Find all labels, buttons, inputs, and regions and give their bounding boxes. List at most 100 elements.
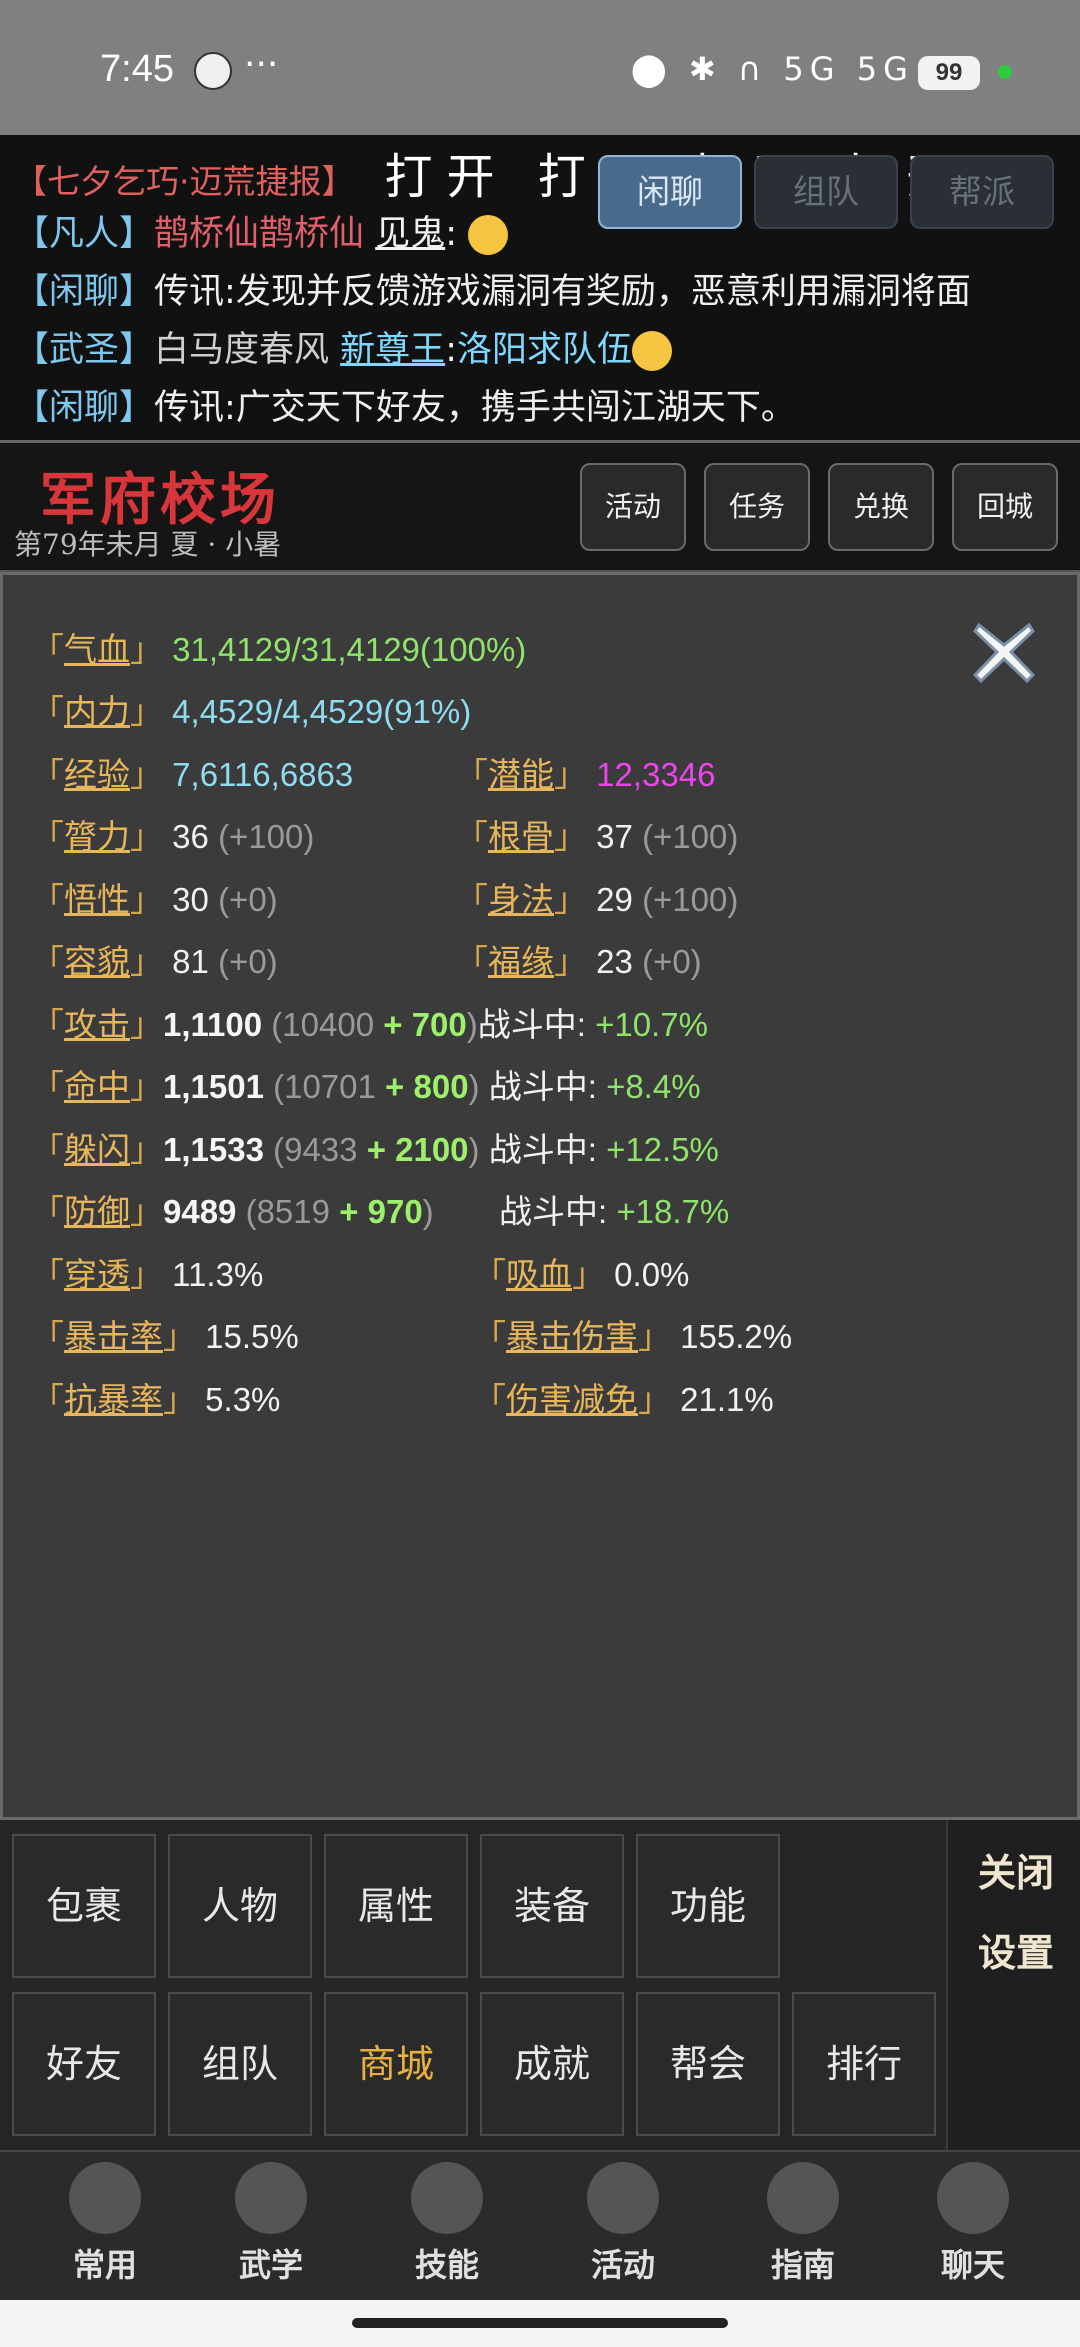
tab-chat[interactable]: 闲聊 [598, 155, 742, 229]
settings-button[interactable]: 设置 [966, 1922, 1066, 1977]
stat-attack: 「攻击」1,1100 (10400 + 700)战斗中: +10.7% [31, 1006, 708, 1043]
stat-bonus: (+0) [218, 943, 278, 980]
stat-crit-damage: 「暴击伤害」 155.2% [473, 1318, 793, 1355]
stat-crit-resist: 「抗暴率」 5.3% [31, 1381, 281, 1418]
return-city-button[interactable]: 回城 [952, 463, 1058, 551]
stat-base: (9433 [273, 1131, 358, 1168]
menu-attributes-button[interactable]: 属性 [324, 1834, 468, 1978]
message-text: 广交天下好友，携手共闯江湖天下。 [235, 388, 796, 428]
stat-label[interactable]: 内力 [64, 693, 130, 730]
quest-button[interactable]: 任务 [704, 463, 810, 551]
stat-plus: + 700 [383, 1006, 467, 1043]
stat-label[interactable]: 根骨 [488, 818, 554, 855]
channel-tag: 【闲聊】 [14, 388, 155, 428]
stat-label[interactable]: 暴击率 [64, 1318, 163, 1355]
stat-looks: 「容貌」 81 (+0) [31, 943, 278, 980]
chat-message[interactable]: 【闲聊】传讯:广交天下好友，携手共闯江湖天下。 [14, 379, 796, 430]
status-icons: ⬤ ✱ ∩ 5G 5G ◠ [631, 50, 964, 88]
stat-value: 15.5% [205, 1318, 299, 1355]
gesture-bar [0, 2300, 1080, 2347]
stat-defense-combat: 战斗中: +18.7% [499, 1185, 729, 1233]
menu-equipment-button[interactable]: 装备 [480, 1834, 624, 1978]
nav-skills[interactable]: 技能 [372, 2162, 522, 2302]
menu-character-button[interactable]: 人物 [168, 1834, 312, 1978]
stat-label[interactable]: 命中 [64, 1068, 130, 1105]
combat-label: 战斗中: [499, 1193, 608, 1230]
stat-value: 1,1501 [163, 1068, 264, 1105]
exchange-button[interactable]: 兑换 [828, 463, 934, 551]
tab-guild[interactable]: 帮派 [910, 155, 1054, 229]
stat-comprehension: 「悟性」 30 (+0) [31, 881, 278, 918]
stat-label[interactable]: 防御 [64, 1193, 130, 1230]
nav-label: 指南 [770, 2246, 835, 2284]
nav-common[interactable]: 常用 [30, 2162, 180, 2302]
stat-label[interactable]: 福缘 [488, 943, 554, 980]
combat-bonus: +8.4% [606, 1068, 701, 1105]
stat-label[interactable]: 吸血 [506, 1256, 572, 1293]
earbuds-icon: ∩ [737, 50, 768, 88]
nav-guide[interactable]: 指南 [728, 2162, 878, 2302]
stat-label[interactable]: 伤害减免 [506, 1381, 638, 1418]
home-indicator[interactable] [352, 2318, 728, 2328]
menu-guild-button[interactable]: 帮会 [636, 1992, 780, 2136]
menu-ranking-button[interactable]: 排行 [792, 1992, 936, 2136]
nav-activities[interactable]: 活动 [548, 2162, 698, 2302]
stat-value: 81 [172, 943, 209, 980]
stat-label[interactable]: 悟性 [64, 881, 130, 918]
close-menu-button[interactable]: 关闭 [966, 1842, 1066, 1897]
message-text: 发现并反馈游戏漏洞有奖励，恶意利用漏洞将面 [235, 272, 971, 312]
more-notifications-icon: ··· [244, 44, 279, 85]
stat-label[interactable]: 潜能 [488, 756, 554, 793]
menu-achievements-button[interactable]: 成就 [480, 1992, 624, 2136]
combat-bonus: +18.7% [616, 1193, 730, 1230]
channel-tag: 【武圣】 [14, 330, 155, 370]
chat-tabs: 闲聊 组队 帮派 [598, 155, 1054, 229]
stat-defense: 「防御」9489 (8519 + 970) [31, 1193, 434, 1230]
chat-message[interactable]: 【凡人】鹊桥仙鹊桥仙 见鬼: [14, 205, 509, 256]
stat-exp: 「经验」 7,6116,6863 [31, 756, 354, 793]
stat-label[interactable]: 躲闪 [64, 1131, 130, 1168]
scroll-icon [235, 2162, 307, 2234]
nav-martial-arts[interactable]: 武学 [196, 2162, 346, 2302]
stat-value: 36 [172, 818, 209, 855]
target-name[interactable]: 见鬼 [375, 214, 445, 254]
chat-message[interactable]: 【武圣】白马度春风 新尊王:洛阳求队伍 [14, 321, 672, 372]
stat-base: (10400 [271, 1006, 375, 1043]
stat-label[interactable]: 身法 [488, 881, 554, 918]
stat-label[interactable]: 穿透 [64, 1256, 130, 1293]
location-header: 军府校场 第79年未月 夏 · 小暑 活动 任务 兑换 回城 [0, 440, 1080, 572]
menu-shop-button[interactable]: 商城 [324, 1992, 468, 2136]
location-icon: ⬤ [630, 50, 673, 88]
stat-label[interactable]: 抗暴率 [64, 1381, 163, 1418]
stat-value: 7,6116,6863 [172, 756, 354, 793]
stat-value: 1,1533 [163, 1131, 264, 1168]
chat-message[interactable]: 【闲聊】传讯:发现并反馈游戏漏洞有奖励，恶意利用漏洞将面 [14, 263, 971, 314]
menu-team-button[interactable]: 组队 [168, 1992, 312, 2136]
stat-label[interactable]: 气血 [64, 631, 130, 668]
function-menu: 包裹 人物 属性 装备 功能 好友 组队 商城 成就 帮会 排行 [0, 1820, 1080, 2150]
menu-bag-button[interactable]: 包裹 [12, 1834, 156, 1978]
target-name[interactable]: 新尊王 [340, 330, 445, 370]
stat-lifesteal: 「吸血」 0.0% [473, 1256, 690, 1293]
stat-label[interactable]: 膂力 [64, 818, 130, 855]
chat-panel[interactable]: 【七夕乞巧·迈荒捷报】打开 打开 打开 打开 闲聊 组队 帮派 【凡人】鹊桥仙鹊… [0, 135, 1080, 440]
banner-tag: 【七夕乞巧·迈荒捷报】 [14, 162, 355, 201]
app-notification-icon [194, 52, 232, 90]
chat-bubble-icon [937, 2162, 1009, 2234]
sender-name[interactable]: 鹊桥仙鹊桥仙 [154, 214, 364, 254]
close-icon[interactable] [967, 615, 1041, 689]
stat-label[interactable]: 暴击伤害 [506, 1318, 638, 1355]
sender-name[interactable]: 白马度春风 [154, 330, 329, 370]
stat-dodge: 「躲闪」1,1533 (9433 + 2100) 战斗中: +12.5% [31, 1131, 719, 1168]
activity-button[interactable]: 活动 [580, 463, 686, 551]
tab-team[interactable]: 组队 [754, 155, 898, 229]
stat-label[interactable]: 攻击 [64, 1006, 130, 1043]
menu-side-panel: 关闭 设置 [946, 1820, 1080, 2150]
stat-label[interactable]: 经验 [64, 756, 130, 793]
combat-bonus: +10.7% [595, 1006, 708, 1043]
stat-label[interactable]: 容貌 [64, 943, 130, 980]
nav-chat[interactable]: 聊天 [898, 2162, 1048, 2302]
menu-friends-button[interactable]: 好友 [12, 1992, 156, 2136]
game-date: 第79年未月 夏 · 小暑 [14, 528, 282, 561]
menu-functions-button[interactable]: 功能 [636, 1834, 780, 1978]
